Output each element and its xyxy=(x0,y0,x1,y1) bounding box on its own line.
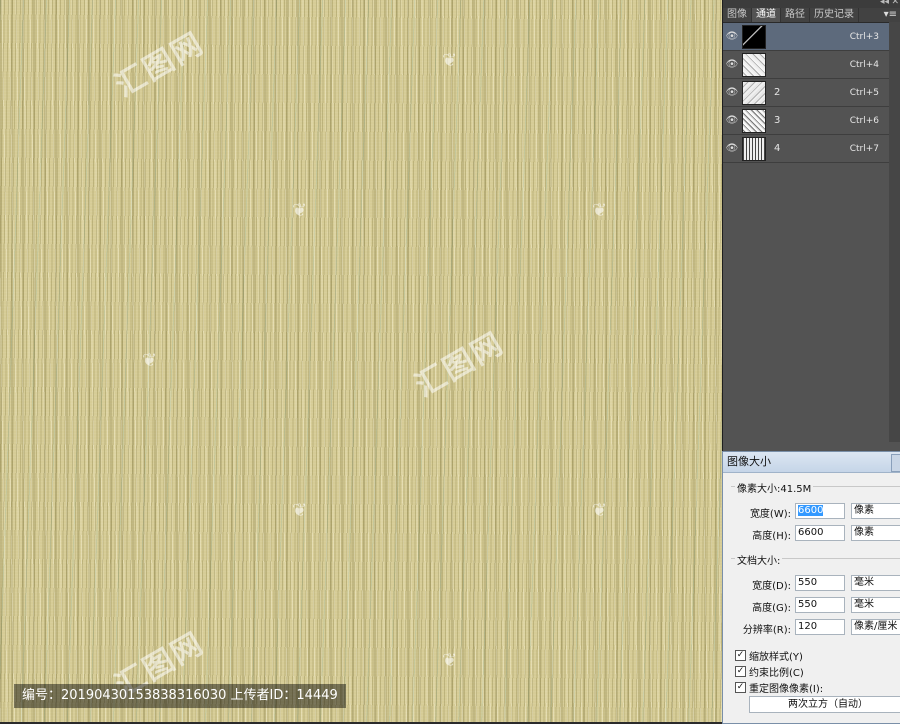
doc-height-label: 高度(G): xyxy=(752,603,791,614)
dialog-title: 图像大小 xyxy=(723,452,900,473)
resample-method-select[interactable]: 两次立方（自动） xyxy=(749,696,900,713)
resample-option[interactable]: ✓ 重定图像像素(I): xyxy=(735,680,823,695)
watermark-logo-icon: ❦ xyxy=(592,500,608,521)
image-size-dialog: 图像大小 ✕ 像素大小:41.5M 宽度(W): 6600 像素 高度(H): … xyxy=(722,451,900,724)
watermark-logo-icon: ❦ xyxy=(592,200,608,221)
eye-icon[interactable]: 👁 xyxy=(725,143,739,154)
channel-row[interactable]: 👁 Ctrl+4 xyxy=(723,51,900,79)
resample-label: 重定图像像素(I): xyxy=(749,684,824,695)
panel-scrollbar[interactable] xyxy=(889,22,900,442)
channel-thumbnail xyxy=(742,108,766,133)
constrain-proportions-option[interactable]: ✓ 约束比例(C) xyxy=(735,664,804,679)
panel-menu-icon[interactable]: ▾≡ xyxy=(884,8,897,22)
tab-image[interactable]: 图像 xyxy=(723,8,752,22)
channel-row[interactable]: 👁 Ctrl+3 xyxy=(723,23,900,51)
scale-styles-option[interactable]: ✓ 缩放样式(Y) xyxy=(735,648,803,663)
watermark-logo-icon: ❦ xyxy=(442,650,458,671)
resolution-input[interactable]: 120 xyxy=(795,619,845,635)
channel-row[interactable]: 👁 3 Ctrl+6 xyxy=(723,107,900,135)
pixel-width-value: 6600 xyxy=(798,505,824,516)
tab-history[interactable]: 历史记录 xyxy=(810,8,859,22)
tab-channels[interactable]: 通道 xyxy=(752,8,781,22)
doc-width-input[interactable]: 550 xyxy=(795,575,845,591)
pixel-height-unit-select[interactable]: 像素 xyxy=(851,525,900,541)
eye-icon[interactable]: 👁 xyxy=(725,59,739,70)
channel-thumbnail xyxy=(742,136,766,161)
pixel-height-label: 高度(H): xyxy=(752,531,791,542)
channel-row[interactable]: 👁 4 Ctrl+7 xyxy=(723,135,900,163)
collapse-icon[interactable]: ◂◂ xyxy=(880,0,889,7)
channel-shortcut: Ctrl+3 xyxy=(849,31,879,42)
resolution-label: 分辨率(R): xyxy=(742,625,791,636)
constrain-checkbox[interactable]: ✓ xyxy=(735,666,746,677)
watermark-logo-icon: ❦ xyxy=(292,200,308,221)
scale-styles-checkbox[interactable]: ✓ xyxy=(735,650,746,661)
channel-name: 3 xyxy=(774,115,781,126)
doc-width-label: 宽度(D): xyxy=(752,581,791,592)
doc-height-unit-select[interactable]: 毫米 xyxy=(851,597,900,613)
document-canvas[interactable]: 汇图网 汇图网 汇图网 ❦ ❦ ❦ ❦ ❦ ❦ ❦ 编号：20190430153… xyxy=(0,0,722,722)
channel-shortcut: Ctrl+7 xyxy=(849,143,879,154)
pixel-width-label: 宽度(W): xyxy=(749,509,791,520)
doc-height-input[interactable]: 550 xyxy=(795,597,845,613)
panel-tabbar: 图像 通道 路径 历史记录 ▾≡ xyxy=(723,8,900,23)
channel-thumbnail xyxy=(742,24,766,49)
watermark-logo-icon: ❦ xyxy=(142,350,158,371)
channel-shortcut: Ctrl+5 xyxy=(849,87,879,98)
eye-icon[interactable]: 👁 xyxy=(725,115,739,126)
dialog-close-button[interactable]: ✕ xyxy=(891,454,900,472)
image-id-footer: 编号：20190430153838316030 上传者ID：14449 xyxy=(14,684,346,708)
resolution-unit-select[interactable]: 像素/厘米 xyxy=(851,619,900,635)
pixel-width-input[interactable]: 6600 xyxy=(795,503,845,519)
tab-paths[interactable]: 路径 xyxy=(781,8,810,22)
watermark-text: 汇图网 xyxy=(409,325,511,405)
watermark-logo-icon: ❦ xyxy=(442,50,458,71)
channel-shortcut: Ctrl+6 xyxy=(849,115,879,126)
channel-row[interactable]: 👁 2 Ctrl+5 xyxy=(723,79,900,107)
panel-header-strip: ◂◂ ✕ xyxy=(723,0,900,8)
constrain-label: 约束比例(C) xyxy=(749,668,804,679)
document-size-label: 文档大小: xyxy=(735,552,783,567)
channel-name: 4 xyxy=(774,143,781,154)
pixel-width-unit-select[interactable]: 像素 xyxy=(851,503,900,519)
pixel-dimensions-label: 像素大小:41.5M xyxy=(735,480,814,495)
channel-thumbnail xyxy=(742,52,766,77)
watermark-text: 汇图网 xyxy=(109,25,211,105)
channel-thumbnail xyxy=(742,80,766,105)
scale-styles-label: 缩放样式(Y) xyxy=(749,652,803,663)
channel-list: 👁 Ctrl+3 👁 Ctrl+4 👁 2 Ctrl+5 👁 3 Ctrl+6 … xyxy=(723,23,900,163)
close-icon[interactable]: ✕ xyxy=(891,0,899,7)
channel-name: 2 xyxy=(774,87,781,98)
pixel-height-input[interactable]: 6600 xyxy=(795,525,845,541)
doc-width-unit-select[interactable]: 毫米 xyxy=(851,575,900,591)
eye-icon[interactable]: 👁 xyxy=(725,31,739,42)
resample-checkbox[interactable]: ✓ xyxy=(735,682,746,693)
eye-icon[interactable]: 👁 xyxy=(725,87,739,98)
watermark-logo-icon: ❦ xyxy=(292,500,308,521)
channel-shortcut: Ctrl+4 xyxy=(849,59,879,70)
